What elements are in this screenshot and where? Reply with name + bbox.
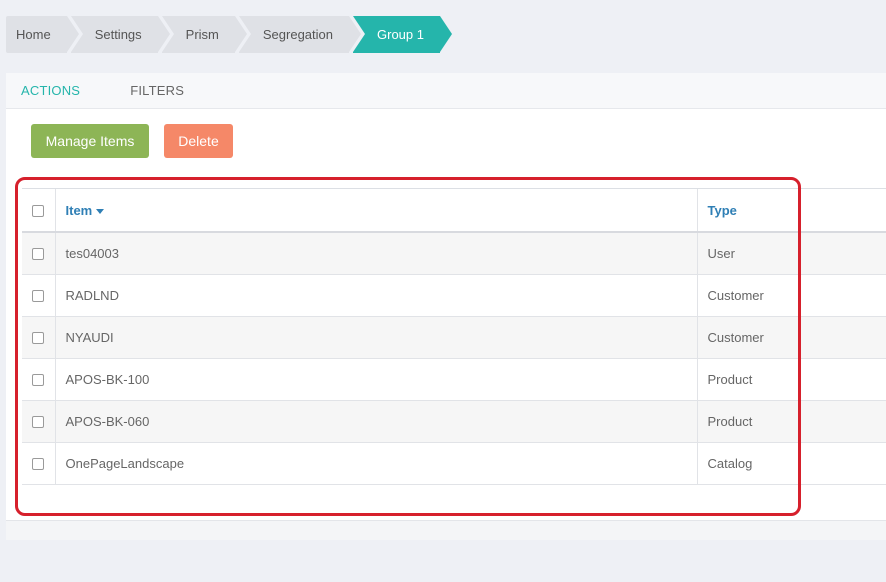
select-all-cell — [22, 189, 56, 233]
row-type: User — [697, 232, 886, 275]
column-header-item-label: Item — [65, 202, 93, 218]
column-header-item[interactable]: Item — [55, 189, 698, 233]
breadcrumb-settings[interactable]: Settings — [70, 16, 170, 53]
row-item: OnePageLandscape — [55, 442, 698, 485]
table-row[interactable]: APOS-BK-100 Product — [22, 358, 886, 401]
table-row[interactable]: APOS-BK-060 Product — [22, 400, 886, 443]
breadcrumb-group-1[interactable]: Group 1 — [353, 16, 452, 53]
column-header-type[interactable]: Type — [697, 189, 886, 233]
row-item: APOS-BK-100 — [55, 358, 698, 401]
row-type: Catalog — [697, 442, 886, 485]
row-type: Customer — [697, 274, 886, 317]
panel-footer — [6, 520, 886, 540]
breadcrumb-home[interactable]: Home — [6, 16, 79, 53]
row-item: RADLND — [55, 274, 698, 317]
select-all-checkbox[interactable] — [32, 205, 45, 218]
row-type: Customer — [697, 316, 886, 359]
row-checkbox[interactable] — [32, 290, 45, 303]
breadcrumb: Home Settings Prism Segregation Group 1 — [6, 16, 452, 53]
caret-down-icon — [96, 208, 105, 214]
table-row[interactable]: tes04003 User — [22, 232, 886, 275]
row-type: Product — [697, 400, 886, 443]
delete-button[interactable]: Delete — [164, 124, 233, 158]
row-item: APOS-BK-060 — [55, 400, 698, 443]
tab-filters[interactable]: FILTERS — [130, 83, 184, 98]
row-item: NYAUDI — [55, 316, 698, 359]
breadcrumb-prism[interactable]: Prism — [161, 16, 248, 53]
table-row[interactable]: OnePageLandscape Catalog — [22, 442, 886, 485]
manage-items-button[interactable]: Manage Items — [31, 124, 149, 158]
row-checkbox[interactable] — [32, 416, 45, 429]
table-header-row: Item Type — [22, 189, 886, 233]
row-checkbox[interactable] — [32, 458, 45, 471]
row-checkbox[interactable] — [32, 332, 45, 345]
tab-actions[interactable]: ACTIONS — [21, 83, 80, 98]
table-row[interactable]: RADLND Customer — [22, 274, 886, 317]
items-panel: ACTIONS FILTERS Manage Items Delete Item… — [6, 73, 886, 540]
table-row[interactable]: NYAUDI Customer — [22, 316, 886, 359]
breadcrumb-segregation[interactable]: Segregation — [238, 16, 362, 53]
row-checkbox[interactable] — [32, 374, 45, 387]
tab-bar: ACTIONS FILTERS — [6, 73, 886, 109]
row-type: Product — [697, 358, 886, 401]
items-table: Item Type tes04003 User RADLND Customer — [22, 188, 886, 485]
row-checkbox[interactable] — [32, 248, 45, 261]
row-item: tes04003 — [55, 232, 698, 275]
